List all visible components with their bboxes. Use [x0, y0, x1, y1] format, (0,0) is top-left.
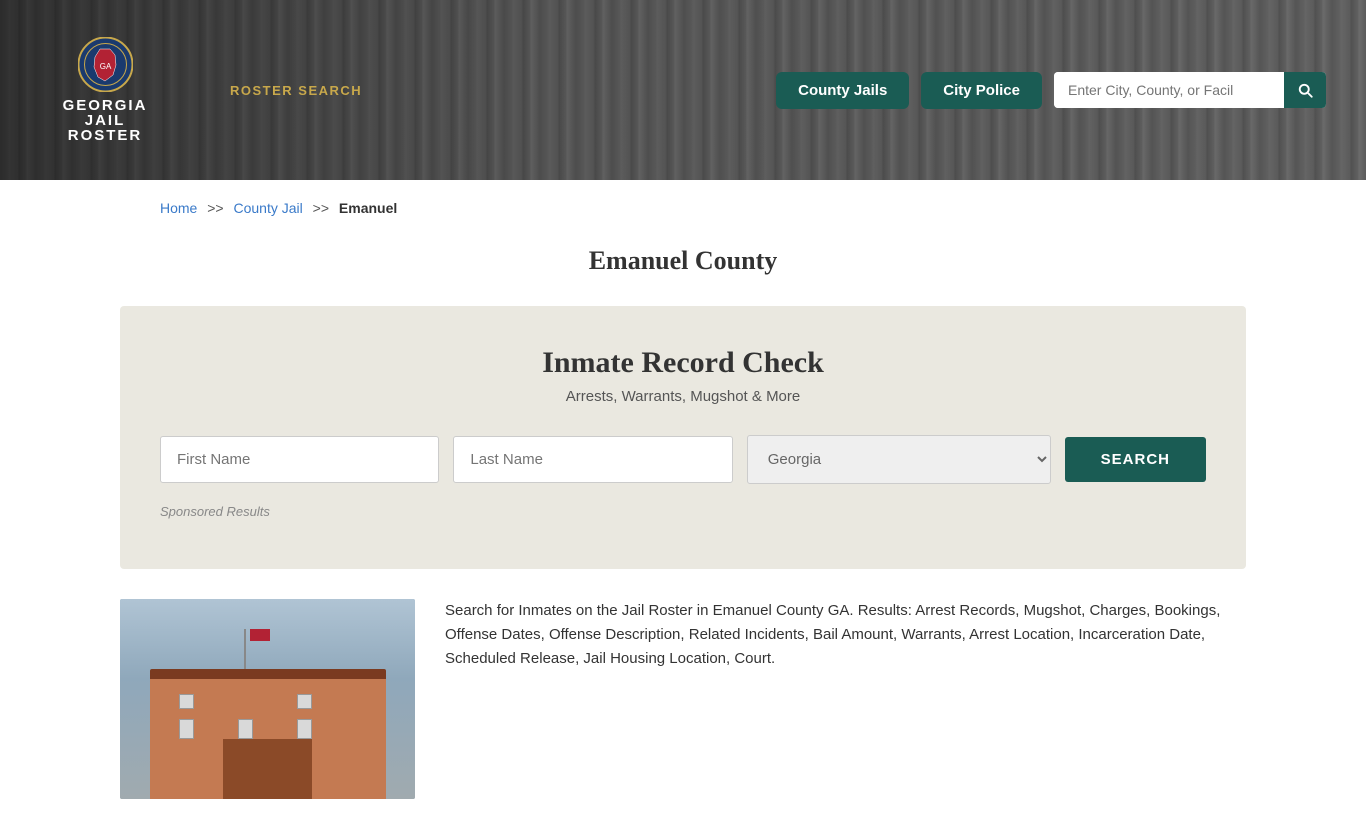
header-search-input[interactable] — [1054, 72, 1284, 108]
breadcrumb: Home >> County Jail >> Emanuel — [0, 180, 1366, 226]
bottom-section: Search for Inmates on the Jail Roster in… — [0, 569, 1366, 839]
state-select[interactable]: AlabamaAlaskaArizonaArkansasCaliforniaCo… — [747, 435, 1051, 484]
breadcrumb-home[interactable]: Home — [160, 200, 197, 216]
roster-search-nav[interactable]: ROSTER SEARCH — [230, 83, 362, 98]
sponsored-results-label: Sponsored Results — [160, 504, 1206, 519]
breadcrumb-county-jail[interactable]: County Jail — [234, 200, 303, 216]
site-header: GA GEORGIA JAIL ROSTER ROSTER SEARCH Cou… — [0, 0, 1366, 180]
description-text: Search for Inmates on the Jail Roster in… — [445, 599, 1246, 671]
last-name-input[interactable] — [453, 436, 732, 483]
county-jails-button[interactable]: County Jails — [776, 72, 909, 109]
logo-line3: ROSTER — [68, 128, 143, 143]
logo-line1: GEORGIA — [63, 98, 148, 113]
nav-right: County Jails City Police — [776, 72, 1326, 109]
svg-text:GA: GA — [99, 62, 111, 71]
search-icon — [1296, 81, 1314, 99]
breadcrumb-sep1: >> — [207, 200, 223, 216]
record-check-title: Inmate Record Check — [160, 346, 1206, 380]
city-police-button[interactable]: City Police — [921, 72, 1042, 109]
record-search-row: AlabamaAlaskaArizonaArkansasCaliforniaCo… — [160, 435, 1206, 484]
breadcrumb-current: Emanuel — [339, 200, 397, 216]
georgia-seal-icon: GA — [78, 37, 133, 92]
page-title: Emanuel County — [0, 226, 1366, 306]
record-search-button[interactable]: SEARCH — [1065, 437, 1206, 482]
logo-line2: JAIL — [85, 113, 126, 128]
site-logo[interactable]: GA GEORGIA JAIL ROSTER — [40, 37, 170, 143]
first-name-input[interactable] — [160, 436, 439, 483]
breadcrumb-sep2: >> — [313, 200, 329, 216]
header-search-button[interactable] — [1284, 72, 1326, 108]
jail-image — [120, 599, 415, 799]
record-check-subtitle: Arrests, Warrants, Mugshot & More — [160, 388, 1206, 405]
jail-building-illustration — [120, 599, 415, 799]
record-check-section: Inmate Record Check Arrests, Warrants, M… — [120, 306, 1246, 569]
header-search-bar — [1054, 72, 1326, 108]
